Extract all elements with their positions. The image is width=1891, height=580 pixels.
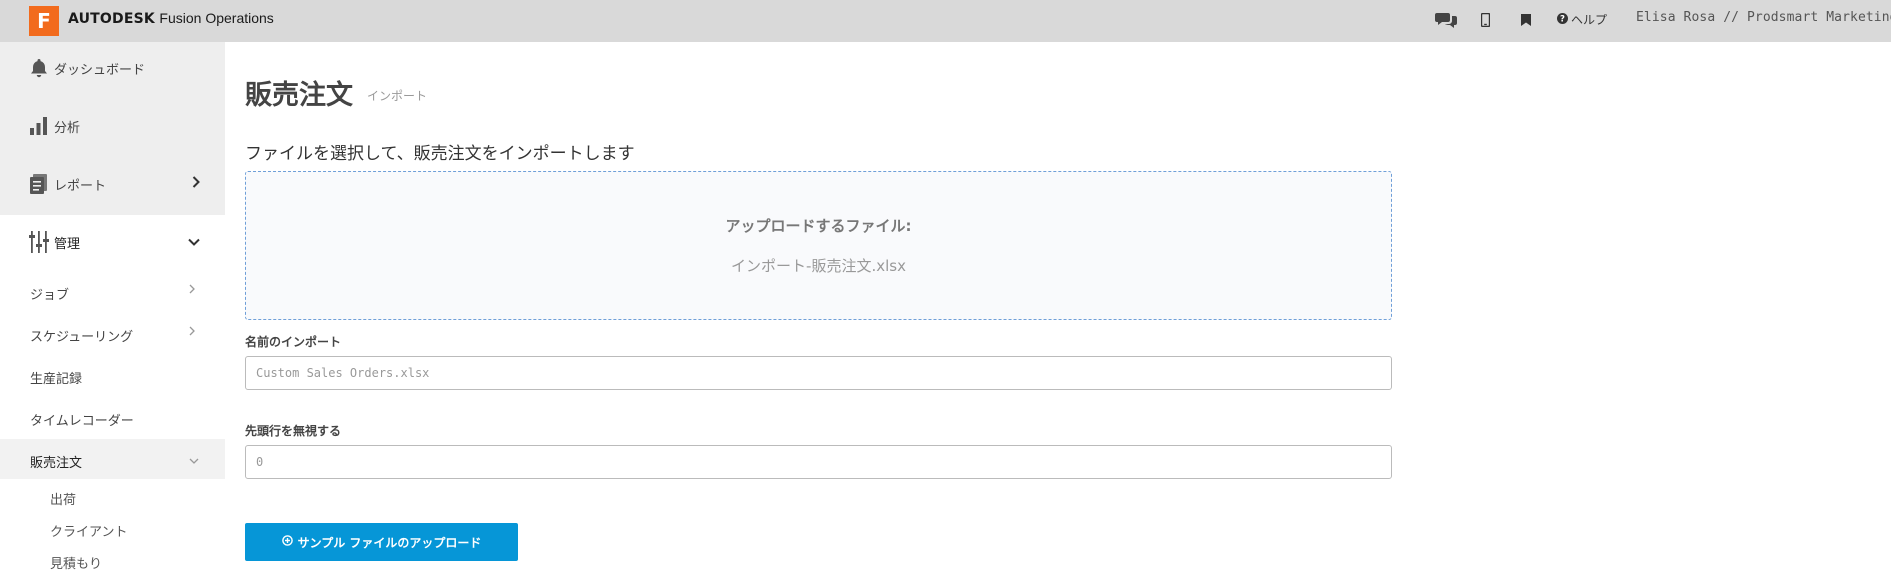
file-dropzone[interactable]: アップロードするファイル: インポート-販売注文.xlsx [245,171,1392,320]
import-name-input[interactable] [245,356,1392,390]
mobile-icon[interactable] [1478,8,1492,32]
sidebar-item-production-records[interactable]: 生産記録 [30,368,82,387]
dropzone-filename: インポート-販売注文.xlsx [731,257,906,275]
sidebar-item-jobs[interactable]: ジョブ [30,284,69,303]
sliders-icon [29,231,49,253]
skip-rows-label: 先頭行を無視する [245,424,342,438]
sidebar-item-scheduling[interactable]: スケジューリング [30,326,133,345]
chat-icon[interactable] [1434,8,1458,32]
sidebar-item-quotes[interactable]: 見積もり [50,553,102,572]
sidebar-label-dashboard: ダッシュボード [54,62,146,78]
sidebar-item-dashboard[interactable]: ダッシュボード [0,56,225,80]
document-icon [29,173,49,195]
help-label: ヘルプ [1571,13,1608,27]
bell-icon [29,57,49,79]
sidebar-item-analysis[interactable]: 分析 [0,114,225,138]
sidebar-item-time-recorder[interactable]: タイムレコーダー [30,410,134,429]
skip-rows-input[interactable] [245,445,1392,479]
top-bar: F AUTODESK Fusion Operations ? ヘルプ Elisa… [0,0,1891,42]
sidebar-item-management[interactable]: 管理 [0,230,225,254]
help-menu[interactable]: ? ヘルプ [1557,11,1607,28]
bar-chart-icon [29,115,49,137]
sidebar-label-management: 管理 [54,236,81,252]
chevron-right-icon [192,176,200,192]
upload-button-label: サンプル ファイルのアップロード [297,535,482,550]
user-menu[interactable]: Elisa Rosa // Prodsmart Marketing [1636,10,1891,25]
chevron-right-icon [189,284,195,297]
fusion-logo[interactable]: F [29,6,59,36]
sidebar-item-sales-orders[interactable]: 販売注文 [30,452,82,471]
sidebar-label-reports: レポート [54,178,107,194]
upload-sample-file-button[interactable]: サンプル ファイルのアップロード [245,523,518,561]
chevron-down-icon [189,454,199,467]
dropzone-title: アップロードするファイル: [725,217,912,235]
sidebar-item-reports[interactable]: レポート [0,172,225,196]
sidebar-label-analysis: 分析 [54,120,81,136]
sidebar-item-shipping[interactable]: 出荷 [50,489,76,508]
brand-product: Fusion Operations [159,10,274,26]
page-subtitle: インポート [367,89,428,103]
section-heading: ファイルを選択して、販売注文をインポートします [245,144,635,164]
bookmark-icon[interactable] [1519,8,1533,32]
sidebar: ダッシュボード 分析 レポート 管理 ジョブ スケジューリング 生産記録 タイム… [0,42,225,580]
sidebar-item-clients[interactable]: クライアント [50,521,127,540]
chevron-down-icon [188,234,200,250]
brand-name[interactable]: AUTODESK Fusion Operations [68,10,274,27]
chevron-right-icon [189,326,195,339]
brand-autodesk: AUTODESK [68,11,155,27]
svg-text:?: ? [1560,14,1565,23]
page-title: 販売注文 [245,80,353,111]
help-icon: ? [1557,12,1568,27]
import-name-label: 名前のインポート [245,335,342,349]
upload-plus-icon [281,535,293,549]
user-label: Elisa Rosa // Prodsmart Marketing [1636,10,1891,25]
